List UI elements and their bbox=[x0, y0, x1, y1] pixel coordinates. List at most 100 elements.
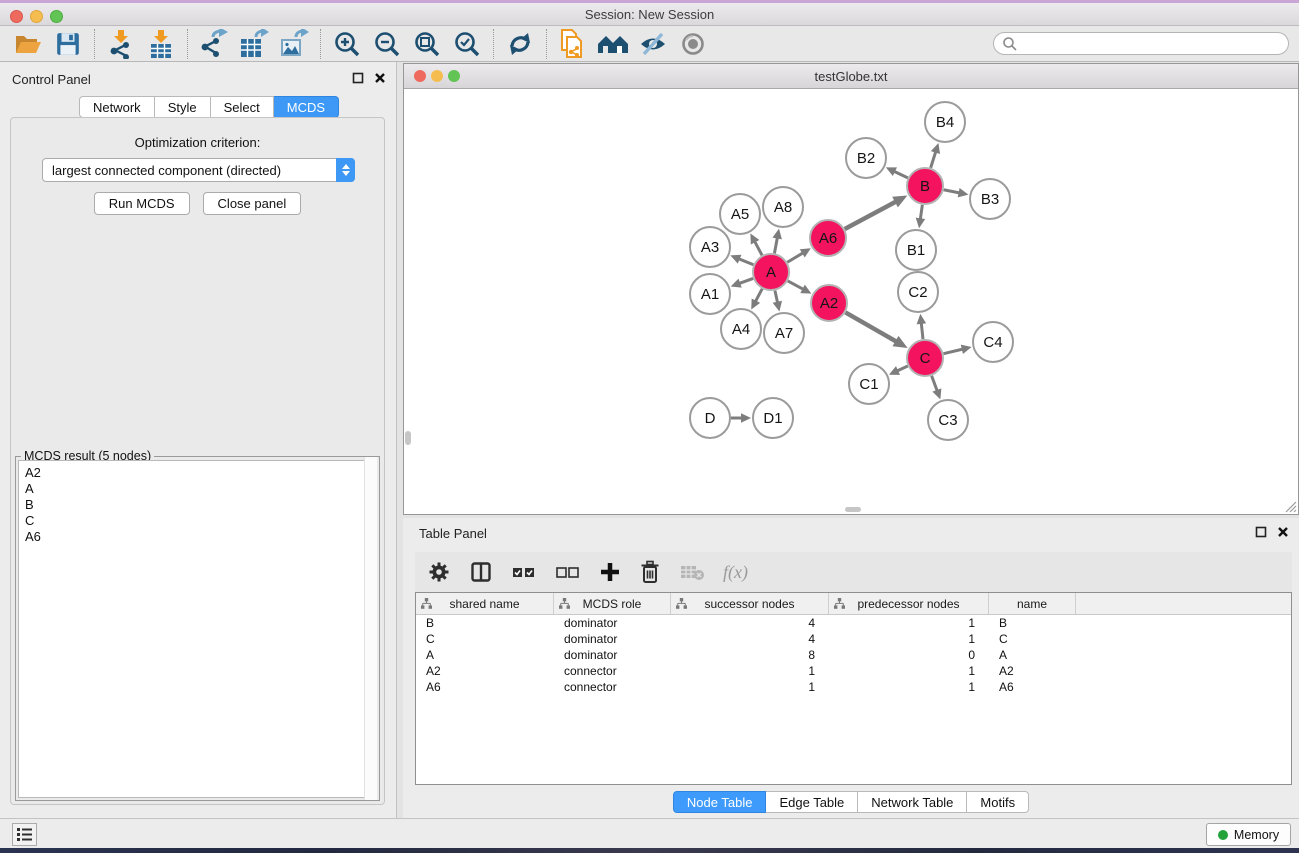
graph-node-label: C3 bbox=[938, 412, 957, 429]
table-row[interactable]: Adominator80A bbox=[416, 647, 1291, 663]
refresh-icon[interactable] bbox=[500, 28, 540, 60]
criterion-select[interactable]: largest connected component (directed) bbox=[42, 158, 355, 182]
zoom-in-icon[interactable] bbox=[327, 28, 367, 60]
show-graphics-details-icon[interactable] bbox=[673, 28, 713, 60]
shared-column-icon bbox=[421, 598, 432, 609]
network-graph[interactable]: AA1A2A3A4A5A6A7A8BB1B2B3B4CC1C2C3C4DD1 bbox=[404, 89, 1298, 514]
export-image-icon[interactable] bbox=[274, 28, 314, 60]
task-history-button[interactable] bbox=[12, 823, 37, 846]
hide-graphics-details-icon[interactable] bbox=[633, 28, 673, 60]
column-header-name[interactable]: name bbox=[989, 593, 1076, 614]
export-network-icon[interactable] bbox=[194, 28, 234, 60]
graph-edge-A-A3[interactable] bbox=[738, 258, 754, 264]
desktop-background bbox=[0, 848, 1299, 853]
search-input[interactable] bbox=[993, 32, 1289, 55]
column-header-successor-nodes[interactable]: successor nodes bbox=[671, 593, 829, 614]
tab-network-table[interactable]: Network Table bbox=[858, 791, 967, 813]
close-panel-icon[interactable] bbox=[374, 72, 386, 84]
table-row[interactable]: Bdominator41B bbox=[416, 615, 1291, 631]
tab-motifs[interactable]: Motifs bbox=[967, 791, 1029, 813]
graph-edge-A2-C[interactable] bbox=[845, 312, 897, 342]
tab-node-table[interactable]: Node Table bbox=[673, 791, 767, 813]
mcds-tab-content: Optimization criterion: largest connecte… bbox=[10, 117, 385, 805]
resize-grip[interactable] bbox=[1284, 500, 1297, 513]
float-panel-icon[interactable] bbox=[1255, 526, 1267, 538]
add-column-icon[interactable] bbox=[599, 561, 621, 583]
delete-column-icon[interactable] bbox=[639, 560, 661, 584]
deselect-all-icon[interactable] bbox=[555, 563, 581, 581]
graph-edge-C-C3[interactable] bbox=[932, 376, 938, 392]
graph-node-label: B3 bbox=[981, 191, 999, 208]
vertical-scrollbar[interactable] bbox=[405, 431, 411, 445]
graph-node-label: D1 bbox=[763, 410, 782, 427]
maximize-window-button[interactable] bbox=[50, 10, 63, 23]
tab-edge-table[interactable]: Edge Table bbox=[766, 791, 858, 813]
table-row[interactable]: A6connector11A6 bbox=[416, 679, 1291, 695]
import-table-icon[interactable] bbox=[141, 28, 181, 60]
mcds-result-item[interactable]: A2 bbox=[25, 465, 376, 481]
table-row[interactable]: A2connector11A2 bbox=[416, 663, 1291, 679]
graph-node-label: C bbox=[920, 350, 931, 367]
graph-edge-C-C2[interactable] bbox=[921, 322, 923, 339]
mcds-result-item[interactable]: B bbox=[25, 497, 376, 513]
select-all-icon[interactable] bbox=[511, 563, 537, 581]
app-titlebar: Session: New Session bbox=[0, 3, 1299, 26]
graph-edge-A-A6[interactable] bbox=[787, 252, 804, 262]
graph-edge-C-C4[interactable] bbox=[943, 349, 963, 354]
tab-style[interactable]: Style bbox=[155, 96, 211, 118]
graph-edge-A-A7[interactable] bbox=[775, 291, 778, 304]
close-panel-icon[interactable] bbox=[1277, 526, 1289, 538]
tab-network[interactable]: Network bbox=[79, 96, 155, 118]
tab-select[interactable]: Select bbox=[211, 96, 274, 118]
shared-column-icon bbox=[559, 598, 570, 609]
settings-gear-icon[interactable] bbox=[427, 560, 451, 584]
graph-edge-A-A5[interactable] bbox=[754, 240, 762, 255]
graph-edge-A-A1[interactable] bbox=[738, 278, 753, 283]
graph-edge-B-B3[interactable] bbox=[944, 190, 961, 193]
zoom-out-icon[interactable] bbox=[367, 28, 407, 60]
close-window-button[interactable] bbox=[10, 10, 23, 23]
open-file-icon[interactable] bbox=[8, 28, 48, 60]
float-panel-icon[interactable] bbox=[352, 72, 364, 84]
minimize-window-button[interactable] bbox=[30, 10, 43, 23]
mcds-result-item[interactable]: A bbox=[25, 481, 376, 497]
function-builder-icon[interactable]: f(x) bbox=[723, 562, 748, 583]
graph-edge-arrowhead bbox=[958, 188, 969, 197]
network-close-button[interactable] bbox=[414, 70, 426, 82]
mcds-result-item[interactable]: A6 bbox=[25, 529, 376, 545]
network-canvas[interactable]: AA1A2A3A4A5A6A7A8BB1B2B3B4CC1C2C3C4DD1 bbox=[404, 89, 1298, 514]
close-panel-button[interactable]: Close panel bbox=[203, 192, 302, 215]
network-window-titlebar[interactable]: testGlobe.txt bbox=[404, 64, 1298, 89]
graph-node-label: D bbox=[705, 410, 716, 427]
graph-edge-A-A8[interactable] bbox=[774, 237, 777, 254]
network-maximize-button[interactable] bbox=[448, 70, 460, 82]
graph-edge-A-A4[interactable] bbox=[755, 289, 762, 303]
memory-button[interactable]: Memory bbox=[1206, 823, 1291, 846]
clone-network-icon[interactable] bbox=[553, 28, 593, 60]
run-mcds-button[interactable]: Run MCDS bbox=[94, 192, 190, 215]
zoom-selected-icon[interactable] bbox=[447, 28, 487, 60]
zoom-fit-icon[interactable] bbox=[407, 28, 447, 60]
import-network-icon[interactable] bbox=[101, 28, 141, 60]
column-header-shared-name[interactable]: shared name bbox=[416, 593, 554, 614]
mcds-result-scrollbar[interactable] bbox=[364, 457, 377, 800]
column-header-mcds-role[interactable]: MCDS role bbox=[554, 593, 671, 614]
column-header-predecessor-nodes[interactable]: predecessor nodes bbox=[829, 593, 989, 614]
columns-icon[interactable] bbox=[469, 560, 493, 584]
table-row[interactable]: Cdominator41C bbox=[416, 631, 1291, 647]
graph-edge-B-B2[interactable] bbox=[893, 171, 908, 178]
graph-edge-A-A2[interactable] bbox=[788, 281, 805, 290]
graph-edge-A6-B[interactable] bbox=[845, 201, 897, 229]
graph-edge-B-B1[interactable] bbox=[920, 205, 922, 220]
graph-edge-B-B4[interactable] bbox=[931, 151, 936, 168]
home-icon[interactable] bbox=[593, 28, 633, 60]
delete-table-icon[interactable] bbox=[679, 562, 705, 582]
graph-node-label: C2 bbox=[908, 284, 927, 301]
mcds-result-item[interactable]: C bbox=[25, 513, 376, 529]
export-table-icon[interactable] bbox=[234, 28, 274, 60]
save-session-icon[interactable] bbox=[48, 28, 88, 60]
network-minimize-button[interactable] bbox=[431, 70, 443, 82]
horizontal-scrollbar[interactable] bbox=[845, 507, 861, 512]
mcds-result-list[interactable]: A2ABCA6 bbox=[18, 460, 377, 798]
tab-mcds[interactable]: MCDS bbox=[274, 96, 339, 118]
